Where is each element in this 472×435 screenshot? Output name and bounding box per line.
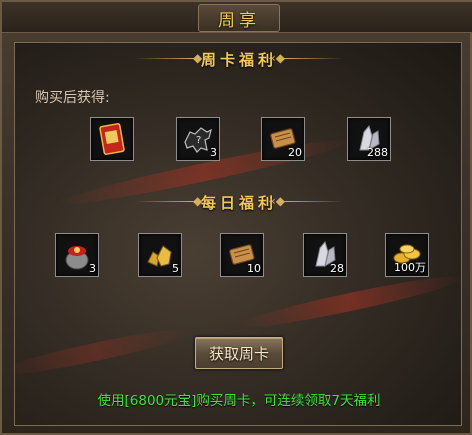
content-panel: ◆» 周卡福利 «◆ 购买后获得: ? 3 20 288 ◆» 每日福利 «◆ … [14, 42, 462, 426]
claim-weekly-card-button[interactable]: 获取周卡 [195, 337, 283, 369]
ornament-icon: ◆» [193, 51, 210, 65]
red-card-icon [99, 123, 125, 155]
header-divider [135, 201, 195, 202]
weekly-item-slot[interactable]: ? 3 [176, 117, 220, 161]
item-count: 10 [247, 262, 261, 275]
item-count: 288 [367, 146, 388, 159]
title-bar: 周享 [2, 2, 472, 33]
window-title: 周享 [218, 10, 260, 31]
title-plate: 周享 [198, 4, 280, 32]
header-divider [283, 58, 343, 59]
weekly-card-window: 周享 ◆» 周卡福利 «◆ 购买后获得: ? 3 20 288 ◆» 每日福利 … [0, 0, 472, 435]
item-count: 28 [330, 262, 344, 275]
weekly-item-slot[interactable]: 20 [261, 117, 305, 161]
daily-item-slot[interactable]: 10 [220, 233, 264, 277]
daily-section-header: ◆» 每日福利 «◆ [135, 190, 343, 214]
purchase-note: 使用[6800元宝]购买周卡，可连续领取7天福利 [97, 393, 381, 409]
background-streak [235, 269, 461, 335]
daily-item-slot[interactable]: 3 [55, 233, 99, 277]
claim-button-label: 获取周卡 [208, 344, 269, 363]
daily-item-slot[interactable]: 100万 [385, 233, 429, 277]
header-divider [283, 201, 343, 202]
weekly-section-title: 周卡福利 [200, 50, 277, 69]
svg-text:?: ? [196, 135, 201, 146]
daily-item-slot[interactable]: 28 [303, 233, 347, 277]
item-count: 20 [288, 146, 302, 159]
weekly-item-slot[interactable]: 288 [347, 117, 391, 161]
header-divider [135, 58, 195, 59]
reward-subtitle: 购买后获得: [35, 90, 110, 106]
daily-item-slot[interactable]: 5 [138, 233, 182, 277]
item-count: 5 [172, 262, 179, 275]
weekly-item-slot[interactable] [90, 117, 134, 161]
item-count: 3 [89, 262, 96, 275]
ornament-icon: ◆» [193, 194, 210, 208]
item-count: 3 [210, 146, 217, 159]
background-streak [15, 322, 195, 382]
item-count: 100万 [394, 261, 426, 274]
daily-section-title: 每日福利 [200, 193, 277, 212]
weekly-section-header: ◆» 周卡福利 «◆ [135, 47, 343, 71]
